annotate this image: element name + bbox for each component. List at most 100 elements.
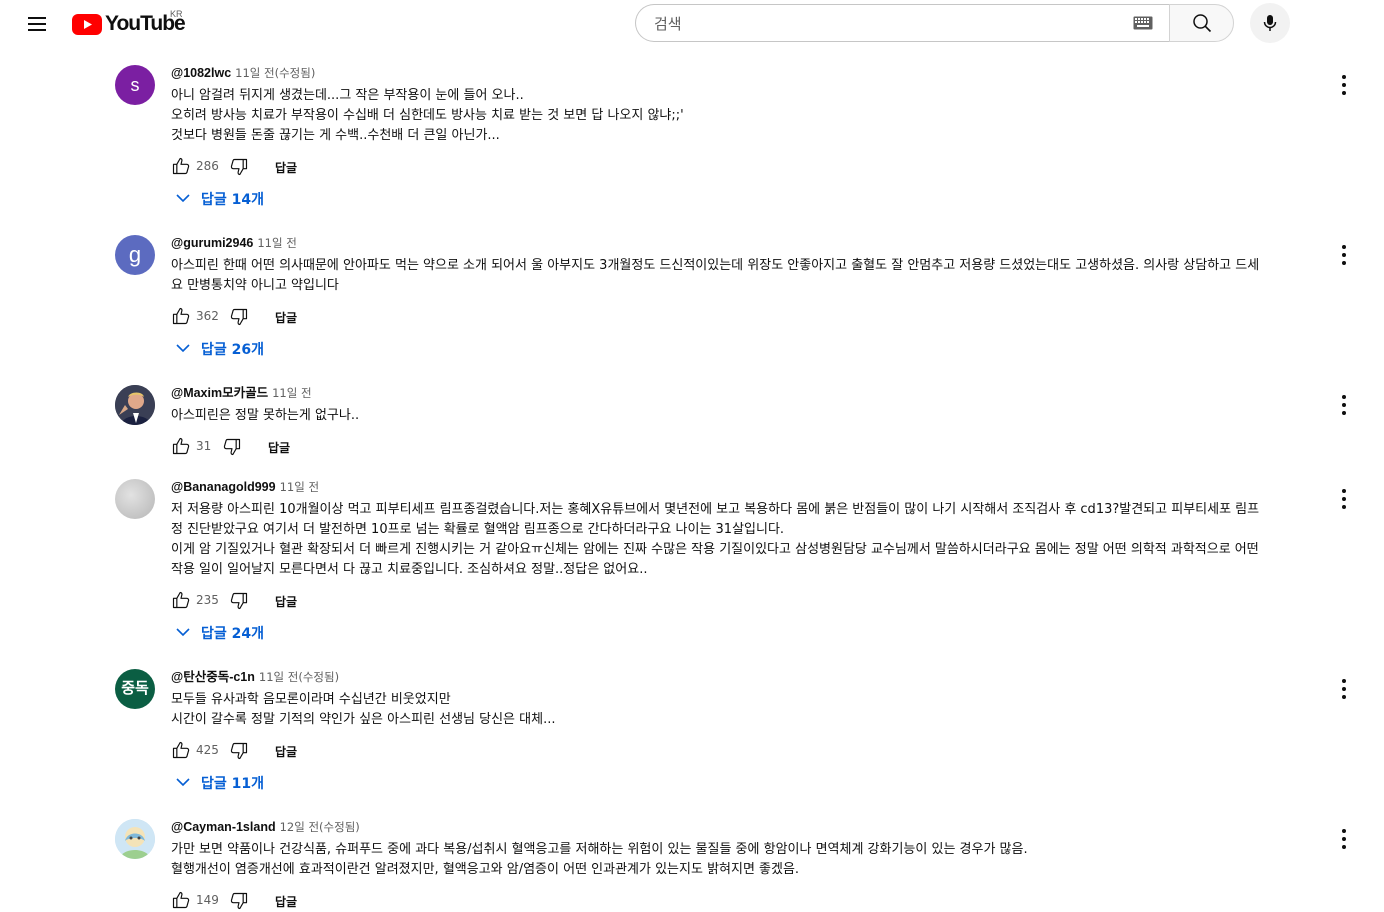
youtube-play-icon [72, 13, 102, 35]
comment-author[interactable]: @탄산중독-c1n [171, 670, 255, 684]
more-actions-icon[interactable] [1332, 487, 1356, 511]
comment-line: 가만 보면 약품이나 건강식품, 슈퍼푸드 중에 과다 복용/섭취시 혈액응고를… [171, 842, 1028, 857]
thumbs-up-icon[interactable] [171, 740, 191, 760]
avatar[interactable] [115, 479, 155, 519]
reply-button[interactable]: 답글 [275, 309, 297, 326]
view-replies-button[interactable]: 답글 11개 [171, 773, 1331, 793]
comment-line: 혈행개선이 염증개선에 효과적이란건 알려졌지만, 혈액응고와 암/염증이 어떤… [171, 862, 800, 877]
comment-line: 아스피린 한때 어떤 의사때문에 안아파도 먹는 약으로 소개 되어서 울 아부… [171, 258, 1260, 273]
comment-time[interactable]: 11일 전(수정됨) [235, 66, 315, 80]
comment-text: 저 저용량 아스피린 10개월이상 먹고 피부티세프 림프종걸렸습니다.저는 홍… [171, 500, 1331, 580]
thumbs-up-icon[interactable] [171, 436, 191, 456]
reply-button[interactable]: 답글 [275, 159, 297, 176]
region-code: KR [170, 9, 183, 19]
like-count: 425 [196, 743, 219, 757]
comment-actions: 425 답글 [171, 740, 1331, 762]
reply-button[interactable]: 답글 [268, 439, 290, 456]
thumbs-down-icon[interactable] [229, 157, 249, 177]
comment-actions: 362 답글 [171, 306, 1331, 328]
thumbs-up-icon[interactable] [171, 590, 191, 610]
more-actions-icon[interactable] [1332, 393, 1356, 417]
chevron-down-icon [176, 778, 190, 787]
comment-actions: 286 답글 [171, 156, 1331, 178]
reply-button[interactable]: 답글 [275, 593, 297, 610]
comment-author[interactable]: @Maxim모카골드 [171, 386, 268, 400]
thumbs-down-icon[interactable] [229, 741, 249, 761]
comment-actions: 235 답글 [171, 590, 1331, 612]
more-actions-icon[interactable] [1332, 827, 1356, 851]
comment-text: 모두들 유사과학 음모론이라며 수십년간 비웃었지만시간이 갈수록 정말 기적의… [171, 690, 1331, 730]
thumbs-up-icon[interactable] [171, 306, 191, 326]
comment-author[interactable]: @1082lwc [171, 66, 231, 80]
thumbs-down-icon[interactable] [229, 307, 249, 327]
comment-text: 아스피린은 정말 못하는게 없구나.. [171, 406, 1331, 426]
replies-count: 답글 11개 [201, 776, 264, 792]
hamburger-menu-icon[interactable] [20, 8, 52, 40]
comment-time[interactable]: 12일 전(수정됨) [280, 820, 360, 834]
comment-text: 아스피린 한때 어떤 의사때문에 안아파도 먹는 약으로 소개 되어서 울 아부… [171, 256, 1331, 296]
comment-line: 작용 일이 일어날지 모른다면서 다 끊고 치료중입니다. 조심하셔요 정말..… [171, 562, 648, 577]
comment-actions: 31 답글 [171, 436, 1331, 458]
youtube-logo[interactable]: YouTube [72, 12, 186, 36]
chevron-down-icon [176, 628, 190, 637]
search-input[interactable] [652, 13, 1126, 35]
comment-line: 저 저용량 아스피린 10개월이상 먹고 피부티세프 림프종걸렸습니다.저는 홍… [171, 502, 1260, 517]
comment-time[interactable]: 11일 전 [257, 236, 296, 250]
view-replies-button[interactable]: 답글 14개 [171, 189, 1331, 209]
like-count: 362 [196, 309, 219, 323]
view-replies-button[interactable]: 답글 26개 [171, 339, 1331, 359]
thumbs-down-icon[interactable] [222, 437, 242, 457]
more-actions-icon[interactable] [1332, 73, 1356, 97]
like-count: 149 [196, 893, 219, 907]
avatar-photo [115, 819, 155, 859]
view-replies-button[interactable]: 답글 24개 [171, 623, 1331, 643]
chevron-down-icon [176, 194, 190, 203]
like-count: 31 [196, 439, 212, 453]
avatar[interactable]: g [115, 235, 155, 275]
thumbs-down-icon[interactable] [229, 891, 249, 911]
comment-line: 정 진단받았구요 여기서 더 발전하면 10프로 넘는 확률로 혈액암 림프종으… [171, 522, 785, 537]
avatar[interactable] [115, 385, 155, 425]
search-box [635, 4, 1169, 42]
comment-line: 아니 암걸려 뒤지게 생겼는데...그 작은 부작용이 눈에 들어 오나.. [171, 88, 524, 103]
comment-line: 모두들 유사과학 음모론이라며 수십년간 비웃었지만 [171, 692, 451, 707]
thumbs-up-icon[interactable] [171, 890, 191, 910]
search-button[interactable] [1169, 4, 1234, 42]
comment-line: 아스피린은 정말 못하는게 없구나.. [171, 408, 360, 423]
comment-time[interactable]: 11일 전 [272, 386, 311, 400]
masthead: YouTube KR [0, 0, 1384, 48]
comment-line: 요 만병통치약 아니고 약입니다 [171, 278, 339, 293]
like-count: 286 [196, 159, 219, 173]
replies-count: 답글 26개 [201, 342, 264, 358]
chevron-down-icon [176, 344, 190, 353]
comment-text: 아니 암걸려 뒤지게 생겼는데...그 작은 부작용이 눈에 들어 오나.. 오히… [171, 86, 1331, 146]
comment-time[interactable]: 11일 전 [280, 480, 319, 494]
comment-line: 오히려 방사능 치료가 부작용이 수십배 더 심한데도 방사능 치료 받는 것 … [171, 108, 684, 123]
comment-time[interactable]: 11일 전(수정됨) [259, 670, 339, 684]
keyboard-icon[interactable] [1133, 16, 1153, 30]
reply-button[interactable]: 답글 [275, 893, 297, 910]
thumbs-down-icon[interactable] [229, 591, 249, 611]
avatar-photo [115, 385, 155, 425]
thumbs-up-icon[interactable] [171, 156, 191, 176]
more-actions-icon[interactable] [1332, 243, 1356, 267]
reply-button[interactable]: 답글 [275, 743, 297, 760]
like-count: 235 [196, 593, 219, 607]
avatar[interactable]: 중독 [115, 669, 155, 709]
microphone-icon [1263, 15, 1277, 31]
comment-text: 가만 보면 약품이나 건강식품, 슈퍼푸드 중에 과다 복용/섭취시 혈액응고를… [171, 840, 1331, 880]
comment-line: 것보다 병원들 돈줄 끊기는 게 수백..수천배 더 큰일 아닌가... [171, 128, 500, 143]
comment-author[interactable]: @gurumi2946 [171, 236, 253, 250]
comment-author[interactable]: @Bananagold999 [171, 480, 276, 494]
comment-line: 시간이 갈수록 정말 기적의 약인가 싶은 아스피린 선생님 당신은 대체... [171, 712, 556, 727]
replies-count: 답글 24개 [201, 626, 264, 642]
search-icon [1193, 14, 1212, 33]
voice-search-button[interactable] [1250, 3, 1290, 43]
comment-actions: 149 답글 [171, 890, 1331, 912]
replies-count: 답글 14개 [201, 192, 264, 208]
more-actions-icon[interactable] [1332, 677, 1356, 701]
comment-line: 이게 암 기질있거나 혈관 확장되서 더 빠르게 진행시키는 거 같아요ㅠ신체는… [171, 542, 1259, 557]
avatar[interactable]: s [115, 65, 155, 105]
comment-author[interactable]: @Cayman-1sland [171, 820, 276, 834]
avatar[interactable] [115, 819, 155, 859]
